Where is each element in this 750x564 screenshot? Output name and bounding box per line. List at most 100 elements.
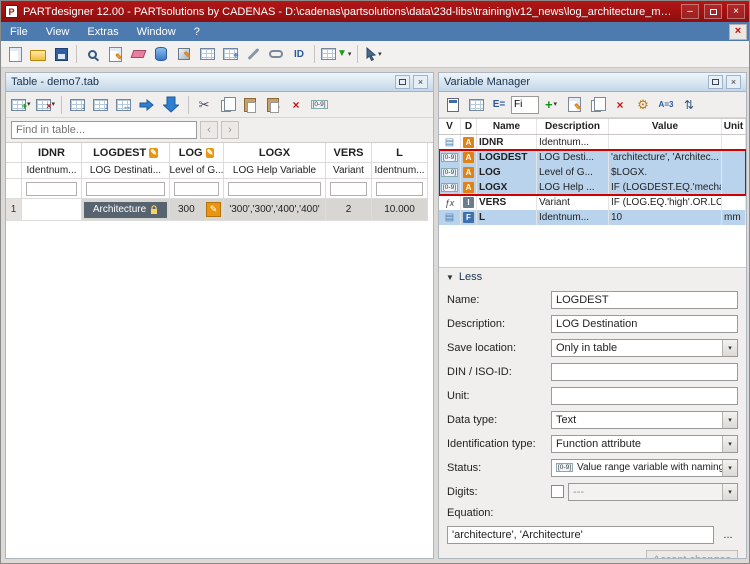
save-button[interactable] xyxy=(50,43,72,65)
menu-file[interactable]: File xyxy=(1,22,37,41)
cell-l[interactable]: 10.000 xyxy=(372,199,428,221)
solid-edit-button[interactable]: ✎ xyxy=(173,43,195,65)
equation-field[interactable] xyxy=(447,526,714,544)
float-dock-button[interactable] xyxy=(708,75,723,89)
variable-row-log[interactable]: [0-9] A LOG Level of G... $LOGX. xyxy=(439,165,746,180)
filter-input[interactable] xyxy=(26,182,77,196)
header-v[interactable]: V xyxy=(439,119,461,134)
insert-column-after-button[interactable]: ↓ xyxy=(89,94,111,116)
float-dock-button[interactable] xyxy=(395,75,410,89)
cut-button[interactable]: ✂ xyxy=(193,94,215,116)
settings-button[interactable]: ⚙ xyxy=(632,94,654,116)
name-field[interactable] xyxy=(551,291,738,309)
cell-logdest[interactable]: Architecture xyxy=(82,199,170,221)
apply-row-button[interactable] xyxy=(135,94,157,116)
open-button[interactable] xyxy=(27,43,49,65)
find-previous-button[interactable]: ‹ xyxy=(200,121,218,139)
description-field[interactable] xyxy=(551,315,738,333)
grid-view-button[interactable] xyxy=(465,94,487,116)
menu-view[interactable]: View xyxy=(37,22,79,41)
tools-button[interactable] xyxy=(242,43,264,65)
variable-row-idnr[interactable]: ▤ A IDNR Identnum... xyxy=(439,135,746,150)
insert-column-before-button[interactable]: ↓ xyxy=(66,94,88,116)
equation-more-button[interactable]: ... xyxy=(718,527,738,543)
menu-help[interactable]: ? xyxy=(185,22,209,41)
edit-value-button[interactable]: ✎ xyxy=(206,202,221,217)
extrude-button[interactable] xyxy=(150,43,172,65)
filter-input[interactable] xyxy=(228,182,321,196)
status-select[interactable]: [0-9] Value range variable with naming ▾ xyxy=(551,459,738,477)
expression-button[interactable]: E= xyxy=(488,94,510,116)
table-row[interactable]: 1 Architecture 300 ✎ '300','300','400','… xyxy=(6,199,433,221)
row-number[interactable]: 1 xyxy=(6,199,22,221)
menu-extras[interactable]: Extras xyxy=(78,22,127,41)
digits-select[interactable]: --- ▾ xyxy=(568,483,738,501)
header-value[interactable]: Value xyxy=(609,119,722,134)
minimize-button[interactable]: – xyxy=(681,4,699,19)
close-document-button[interactable]: × xyxy=(729,24,747,40)
logdest-value-badge[interactable]: Architecture xyxy=(84,202,167,218)
variable-row-l[interactable]: ▤ F L Identnum... 10 mm xyxy=(439,210,746,225)
title-bar[interactable]: P PARTdesigner 12.00 - PARTsolutions by … xyxy=(1,1,749,22)
close-dock-button[interactable]: × xyxy=(726,75,741,89)
table-view-button[interactable]: + xyxy=(219,43,241,65)
save-location-select[interactable]: Only in table ▾ xyxy=(551,339,738,357)
header-name[interactable]: Name xyxy=(477,119,537,134)
cell-logx[interactable]: '300','300','400','400' xyxy=(224,199,326,221)
column-header-l[interactable]: L xyxy=(372,143,428,163)
filter-input[interactable] xyxy=(86,182,165,196)
edit-variable-button[interactable]: ✎ xyxy=(563,94,585,116)
variable-manager-titlebar[interactable]: Variable Manager × xyxy=(439,73,746,92)
paste-special-button[interactable]: + xyxy=(262,94,284,116)
row-color-button[interactable]: ×▾ xyxy=(34,94,58,116)
add-variable-button[interactable]: +▾ xyxy=(540,94,562,116)
select-mode-button[interactable]: ▾ xyxy=(362,43,384,65)
dimension-button[interactable] xyxy=(196,43,218,65)
data-type-select[interactable]: Text ▾ xyxy=(551,411,738,429)
view-options-button[interactable]: ▼▾ xyxy=(319,43,353,65)
reorder-columns-button[interactable]: ↔ xyxy=(112,94,134,116)
din-iso-field[interactable] xyxy=(551,363,738,381)
unit-field[interactable] xyxy=(551,387,738,405)
column-header-vers[interactable]: VERS xyxy=(326,143,372,163)
accept-changes-button[interactable]: Accept changes xyxy=(646,550,738,558)
find-next-button[interactable]: › xyxy=(221,121,239,139)
transfer-values-button[interactable] xyxy=(158,94,184,116)
link-button[interactable] xyxy=(265,43,287,65)
copy-variable-button[interactable] xyxy=(586,94,608,116)
delete-button[interactable]: × xyxy=(285,94,307,116)
close-dock-button[interactable]: × xyxy=(413,75,428,89)
new-document-button[interactable] xyxy=(4,43,26,65)
variable-row-logdest[interactable]: [0-9] A LOGDEST LOG Desti... 'architectu… xyxy=(439,150,746,165)
cell-vers[interactable]: 2 xyxy=(326,199,372,221)
sort-button[interactable]: ⇅ xyxy=(678,94,700,116)
filter-input[interactable] xyxy=(330,182,367,196)
value-range-button[interactable]: [0-9] xyxy=(308,94,330,116)
header-unit[interactable]: Unit xyxy=(722,119,746,134)
maximize-button[interactable] xyxy=(704,4,722,19)
cell-idnr[interactable] xyxy=(22,199,82,221)
header-d[interactable]: D xyxy=(461,119,477,134)
digits-checkbox[interactable] xyxy=(551,485,564,498)
add-row-button[interactable]: +▾ xyxy=(9,94,33,116)
menu-window[interactable]: Window xyxy=(128,22,185,41)
filter-input[interactable] xyxy=(174,182,219,196)
rename-button[interactable]: A=3 xyxy=(655,94,677,116)
close-button[interactable]: × xyxy=(727,4,745,19)
column-header-idnr[interactable]: IDNR xyxy=(22,143,82,163)
less-toggle[interactable]: ▼ Less xyxy=(439,268,746,286)
find-in-table-input[interactable] xyxy=(11,121,197,139)
cell-log[interactable]: 300 ✎ xyxy=(170,199,224,221)
edit-sketch-button[interactable]: ✎ xyxy=(104,43,126,65)
column-header-log[interactable]: LOG✎ xyxy=(170,143,224,163)
delete-variable-button[interactable]: × xyxy=(609,94,631,116)
filter-input[interactable] xyxy=(376,182,423,196)
identification-type-select[interactable]: Function attribute ▾ xyxy=(551,435,738,453)
table-dock-titlebar[interactable]: Table - demo7.tab × xyxy=(6,73,433,92)
variable-row-logx[interactable]: [0-9] A LOGX LOG Help ... IF (LOGDEST.EQ… xyxy=(439,180,746,195)
id-button[interactable]: ID xyxy=(288,43,310,65)
copy-button[interactable] xyxy=(216,94,238,116)
header-description[interactable]: Description xyxy=(537,119,609,134)
variable-filter-input[interactable] xyxy=(511,96,539,114)
paste-button[interactable] xyxy=(239,94,261,116)
